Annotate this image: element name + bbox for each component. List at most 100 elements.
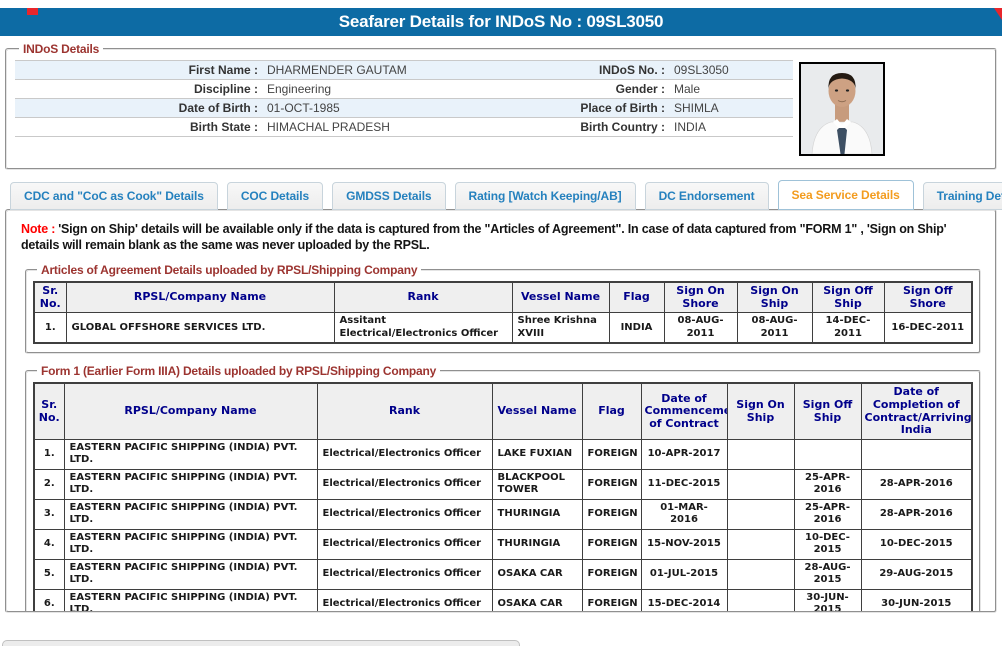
table-cell	[727, 559, 794, 589]
field-label: Discipline :	[15, 82, 258, 96]
indos-field-row: Birth State :HIMACHAL PRADESHBirth Count…	[15, 118, 793, 137]
table-cell: 15-DEC-2014	[641, 589, 727, 613]
form1-legend: Form 1 (Earlier Form IIIA) Details uploa…	[37, 364, 440, 378]
table-cell	[727, 469, 794, 499]
field-label: INDoS No. :	[553, 63, 665, 77]
tab-rating-watch-keeping-ab[interactable]: Rating [Watch Keeping/AB]	[455, 182, 636, 210]
table-row: 1.EASTERN PACIFIC SHIPPING (INDIA) PVT. …	[34, 439, 972, 469]
field-value: Male	[665, 82, 793, 96]
table-cell: 25-APR-2016	[794, 469, 861, 499]
column-header-sr-no: Sr. No.	[34, 282, 66, 313]
table-cell: 30-JUN-2015	[861, 589, 972, 613]
table-header-row: Sr. No.RPSL/Company NameRankVessel NameF…	[34, 282, 972, 313]
indos-field-row: Date of Birth :01-OCT-1985Place of Birth…	[15, 99, 793, 118]
field-label: Gender :	[553, 82, 665, 96]
table-cell: GLOBAL OFFSHORE SERVICES LTD.	[66, 313, 334, 344]
table-cell: 01-MAR-2016	[641, 499, 727, 529]
column-header-date-of-completion-of-contract-arriving-india: Date of Completion of Contract/Arriving …	[861, 383, 972, 439]
articles-of-agreement-table: Sr. No.RPSL/Company NameRankVessel NameF…	[33, 281, 973, 344]
field-value: 01-OCT-1985	[258, 101, 553, 115]
table-row: 1.GLOBAL OFFSHORE SERVICES LTD.Assitant …	[34, 313, 972, 344]
table-cell: FOREIGN	[582, 589, 641, 613]
table-cell: 2.	[34, 469, 64, 499]
table-cell: 6.	[34, 589, 64, 613]
form1-table: Sr. No.RPSL/Company NameRankVessel NameF…	[33, 382, 973, 613]
table-row: 6.EASTERN PACIFIC SHIPPING (INDIA) PVT. …	[34, 589, 972, 613]
table-cell: OSAKA CAR	[492, 589, 582, 613]
table-cell: BLACKPOOL TOWER	[492, 469, 582, 499]
column-header-sign-off-ship: Sign Off Ship	[794, 383, 861, 439]
table-cell: 4.	[34, 529, 64, 559]
field-label: Place of Birth :	[553, 101, 665, 115]
table-cell: 30-JUN-2015	[794, 589, 861, 613]
tab-training-details[interactable]: Training Details	[923, 182, 1002, 210]
table-cell: FOREIGN	[582, 439, 641, 469]
table-cell: LAKE FUXIAN	[492, 439, 582, 469]
column-header-sign-on-shore: Sign On Shore	[664, 282, 737, 313]
indos-field-row: First Name :DHARMENDER GAUTAMINDoS No. :…	[15, 61, 793, 80]
form1-section: Form 1 (Earlier Form IIIA) Details uploa…	[25, 364, 981, 613]
table-row: 4.EASTERN PACIFIC SHIPPING (INDIA) PVT. …	[34, 529, 972, 559]
table-cell: EASTERN PACIFIC SHIPPING (INDIA) PVT. LT…	[64, 589, 317, 613]
table-cell: FOREIGN	[582, 499, 641, 529]
field-label: Date of Birth :	[15, 101, 258, 115]
tab-dc-endorsement[interactable]: DC Endorsement	[645, 182, 769, 210]
table-cell: 25-APR-2016	[794, 499, 861, 529]
table-cell	[727, 589, 794, 613]
field-value: HIMACHAL PRADESH	[258, 120, 553, 134]
table-cell: Shree Krishna XVIII	[512, 313, 609, 344]
seafarer-photo	[799, 62, 885, 156]
page-title-bar: Seafarer Details for INDoS No : 09SL3050	[0, 8, 1002, 36]
table-cell: 11-DEC-2015	[641, 469, 727, 499]
column-header-sign-on-ship: Sign On Ship	[727, 383, 794, 439]
table-cell: FOREIGN	[582, 529, 641, 559]
articles-of-agreement-legend: Articles of Agreement Details uploaded b…	[37, 263, 421, 277]
indos-field-row: Discipline :EngineeringGender :Male	[15, 80, 793, 99]
tab-bar: CDC and "CoC as Cook" Details COC Details…	[10, 182, 1002, 210]
tab-gmdss-details[interactable]: GMDSS Details	[332, 182, 445, 210]
table-cell	[727, 499, 794, 529]
table-cell: 3.	[34, 499, 64, 529]
column-header-sr-no: Sr. No.	[34, 383, 64, 439]
seafarer-portrait-image	[801, 64, 883, 154]
table-cell: FOREIGN	[582, 469, 641, 499]
table-cell	[727, 439, 794, 469]
table-cell: 1.	[34, 313, 66, 344]
table-cell: THURINGIA	[492, 529, 582, 559]
column-header-flag: Flag	[609, 282, 664, 313]
column-header-flag: Flag	[582, 383, 641, 439]
table-cell: 29-AUG-2015	[861, 559, 972, 589]
table-cell: 01-JUL-2015	[641, 559, 727, 589]
table-cell: Electrical/Electronics Officer	[317, 589, 492, 613]
field-value: SHIMLA	[665, 101, 793, 115]
field-value: Engineering	[258, 82, 553, 96]
column-header-sign-off-ship: Sign Off Ship	[812, 282, 884, 313]
table-cell: 10-APR-2017	[641, 439, 727, 469]
table-cell: 5.	[34, 559, 64, 589]
page-title: Seafarer Details for INDoS No : 09SL3050	[339, 12, 664, 32]
tab-coc-details[interactable]: COC Details	[227, 182, 323, 210]
indos-details-legend: INDoS Details	[19, 42, 103, 56]
table-cell	[727, 529, 794, 559]
table-cell: OSAKA CAR	[492, 559, 582, 589]
red-corner-mark-right	[994, 8, 1002, 20]
table-cell: 28-APR-2016	[861, 499, 972, 529]
table-cell: FOREIGN	[582, 559, 641, 589]
field-label: Birth State :	[15, 120, 258, 134]
field-value: INDIA	[665, 120, 793, 134]
table-row: 2.EASTERN PACIFIC SHIPPING (INDIA) PVT. …	[34, 469, 972, 499]
tab-sea-service-details[interactable]: Sea Service Details	[778, 180, 914, 210]
table-cell: INDIA	[609, 313, 664, 344]
tab-cdc-and-coc-as-cook-details[interactable]: CDC and "CoC as Cook" Details	[10, 182, 218, 210]
field-label: First Name :	[15, 63, 258, 77]
table-cell: Electrical/Electronics Officer	[317, 469, 492, 499]
table-cell: 28-AUG-2015	[794, 559, 861, 589]
table-cell: 28-APR-2016	[861, 469, 972, 499]
field-value: DHARMENDER GAUTAM	[258, 63, 553, 77]
column-header-sign-on-ship: Sign On Ship	[737, 282, 812, 313]
table-cell: 08-AUG-2011	[664, 313, 737, 344]
column-header-vessel-name: Vessel Name	[492, 383, 582, 439]
table-cell: Electrical/Electronics Officer	[317, 529, 492, 559]
note-label: Note :	[21, 222, 55, 236]
table-header-row: Sr. No.RPSL/Company NameRankVessel NameF…	[34, 383, 972, 439]
